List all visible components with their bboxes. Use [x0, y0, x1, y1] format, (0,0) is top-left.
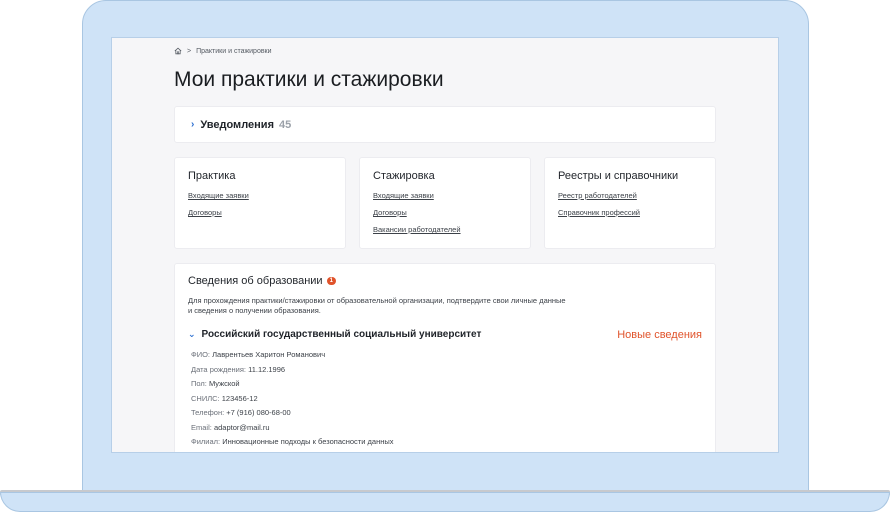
chevron-down-icon[interactable]: ⌄ — [188, 329, 196, 340]
info-row: Телефон: +7 (916) 080-68-00 — [191, 408, 291, 417]
employers-registry-link[interactable]: Реестр работодателей — [558, 191, 702, 200]
chevron-right-icon[interactable]: › — [191, 119, 194, 130]
info-row: СНИЛС: 123456-12 — [191, 393, 258, 403]
practice-title: Практика — [188, 170, 236, 182]
internship-incoming-link[interactable]: Входящие заявки — [373, 191, 517, 200]
education-badge: 1 — [326, 277, 336, 285]
page-title: Мои практики и стажировки — [174, 68, 444, 91]
screen: > Практики и стажировки Мои практики и с… — [111, 37, 779, 453]
practice-contracts-link[interactable]: Договоры — [188, 208, 332, 217]
practice-incoming-link[interactable]: Входящие заявки — [188, 191, 332, 200]
notifications-title: Уведомления — [200, 118, 274, 131]
laptop-base — [0, 492, 890, 512]
info-row: Email: adaptor@mail.ru — [191, 422, 270, 432]
info-row: ФИО: Лаврентьев Харитон Романович — [191, 350, 326, 359]
breadcrumb-current: Практики и стажировки — [196, 47, 272, 55]
info-row: Дата рождения: 11.12.1996 — [191, 364, 286, 374]
registries-card: Реестры и справочники Реестр работодател… — [544, 157, 716, 249]
internship-vacancies-link[interactable]: Вакансии работодателей — [373, 225, 517, 234]
professions-directory-link[interactable]: Справочник профессий — [558, 208, 702, 217]
university-header[interactable]: ⌄ Российский государственный социальный … — [188, 329, 702, 341]
internship-title: Стажировка — [373, 170, 435, 182]
notifications-panel[interactable]: › Уведомления 45 — [174, 106, 716, 143]
info-row: Филиал: Инновационные подходы к безопасн… — [191, 437, 394, 446]
practice-card: Практика Входящие заявки Договоры — [174, 157, 346, 249]
breadcrumb-separator: > — [187, 47, 192, 55]
notifications-count: 45 — [278, 118, 292, 131]
university-name: Российский государственный социальный ун… — [201, 329, 482, 340]
education-header: Сведения об образовании 1 — [188, 275, 702, 287]
education-description: Для прохождения практики/стажировки от о… — [188, 296, 566, 315]
home-icon[interactable] — [174, 47, 182, 55]
info-row: Пол: Мужской — [191, 379, 240, 388]
registries-title: Реестры и справочники — [558, 170, 679, 182]
breadcrumb: > Практики и стажировки — [174, 47, 272, 55]
internship-contracts-link[interactable]: Договоры — [373, 208, 517, 217]
education-title: Сведения об образовании — [188, 275, 323, 287]
new-info-label: Новые сведения — [617, 329, 702, 341]
education-panel: Сведения об образовании 1 Для прохождени… — [174, 263, 716, 452]
personal-info-list: ФИО: Лаврентьев Харитон Романович Дата р… — [188, 348, 702, 450]
internship-card: Стажировка Входящие заявки Договоры Вака… — [359, 157, 531, 249]
